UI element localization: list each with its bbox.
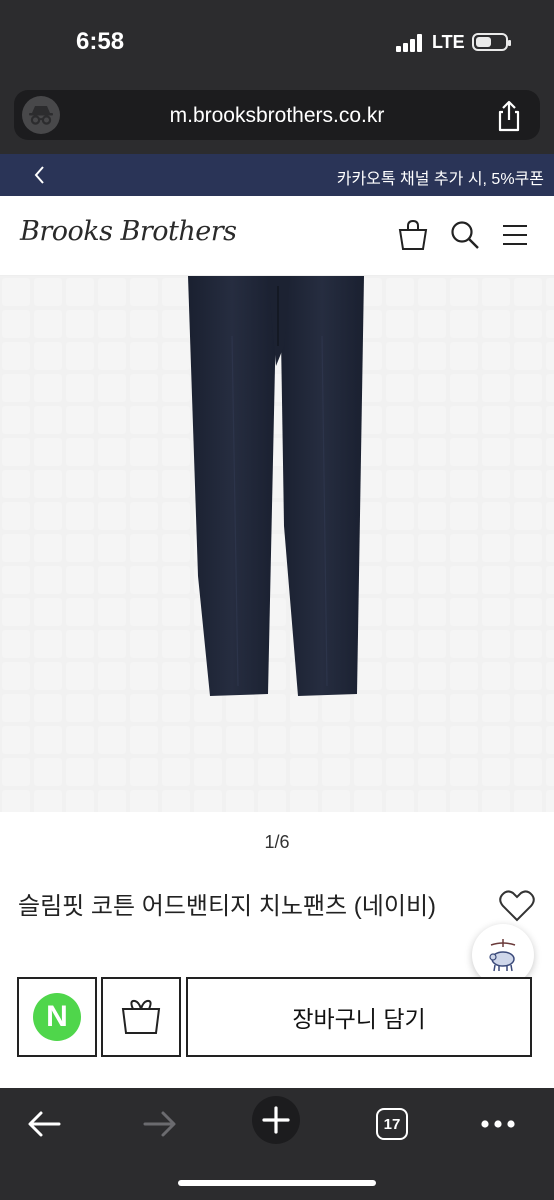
share-icon[interactable]	[494, 100, 524, 132]
new-tab-button[interactable]	[252, 1096, 300, 1144]
brand-logo[interactable]: Brooks Brothers	[20, 216, 237, 256]
tabs-button[interactable]: 17	[370, 1102, 414, 1146]
network-label: LTE	[432, 32, 465, 52]
signal-icon	[396, 34, 424, 52]
promo-text: 카카오톡 채널 추가 시, 5%쿠폰	[336, 171, 544, 188]
add-to-cart-button[interactable]: 장바구니 담기	[186, 977, 532, 1057]
status-time: 6:58	[76, 28, 125, 55]
site-header: Brooks Brothers	[0, 196, 554, 276]
home-indicator	[178, 1180, 376, 1186]
plus-icon	[252, 1096, 300, 1144]
product-name: 슬림핏 코튼 어드밴티지 치노팬츠 (네이비)	[18, 893, 437, 920]
back-arrow-icon[interactable]	[22, 1102, 66, 1146]
forward-arrow-icon[interactable]	[138, 1102, 182, 1146]
naver-pay-logo: N	[33, 993, 81, 1041]
more-icon[interactable]	[476, 1102, 520, 1146]
status-bar: 6:58 LTE	[0, 0, 554, 84]
address-bar[interactable]: m.brooksbrothers.co.kr	[14, 90, 540, 140]
naver-pay-button[interactable]: N	[17, 977, 97, 1057]
search-icon[interactable]	[448, 218, 482, 252]
product-image[interactable]	[0, 276, 554, 812]
chevron-left-icon[interactable]	[30, 163, 50, 187]
battery-icon	[472, 33, 511, 51]
menu-icon[interactable]	[498, 218, 532, 252]
promo-banner[interactable]: 카카오톡 채널 추가 시, 5%쿠폰	[0, 154, 554, 196]
brand-logo-text: Brooks Brothers	[20, 216, 237, 247]
heart-icon[interactable]	[498, 888, 536, 924]
image-pager: 1/6	[264, 832, 290, 852]
pants-photo	[0, 276, 554, 812]
gift-button[interactable]	[101, 977, 181, 1057]
browser-address-area: m.brooksbrothers.co.kr	[0, 84, 554, 154]
gift-box-icon	[121, 999, 161, 1034]
shopping-bag-icon[interactable]	[396, 218, 430, 252]
battery-level	[476, 37, 491, 47]
tab-count: 17	[376, 1108, 408, 1140]
url-text: m.brooksbrothers.co.kr	[169, 104, 385, 127]
